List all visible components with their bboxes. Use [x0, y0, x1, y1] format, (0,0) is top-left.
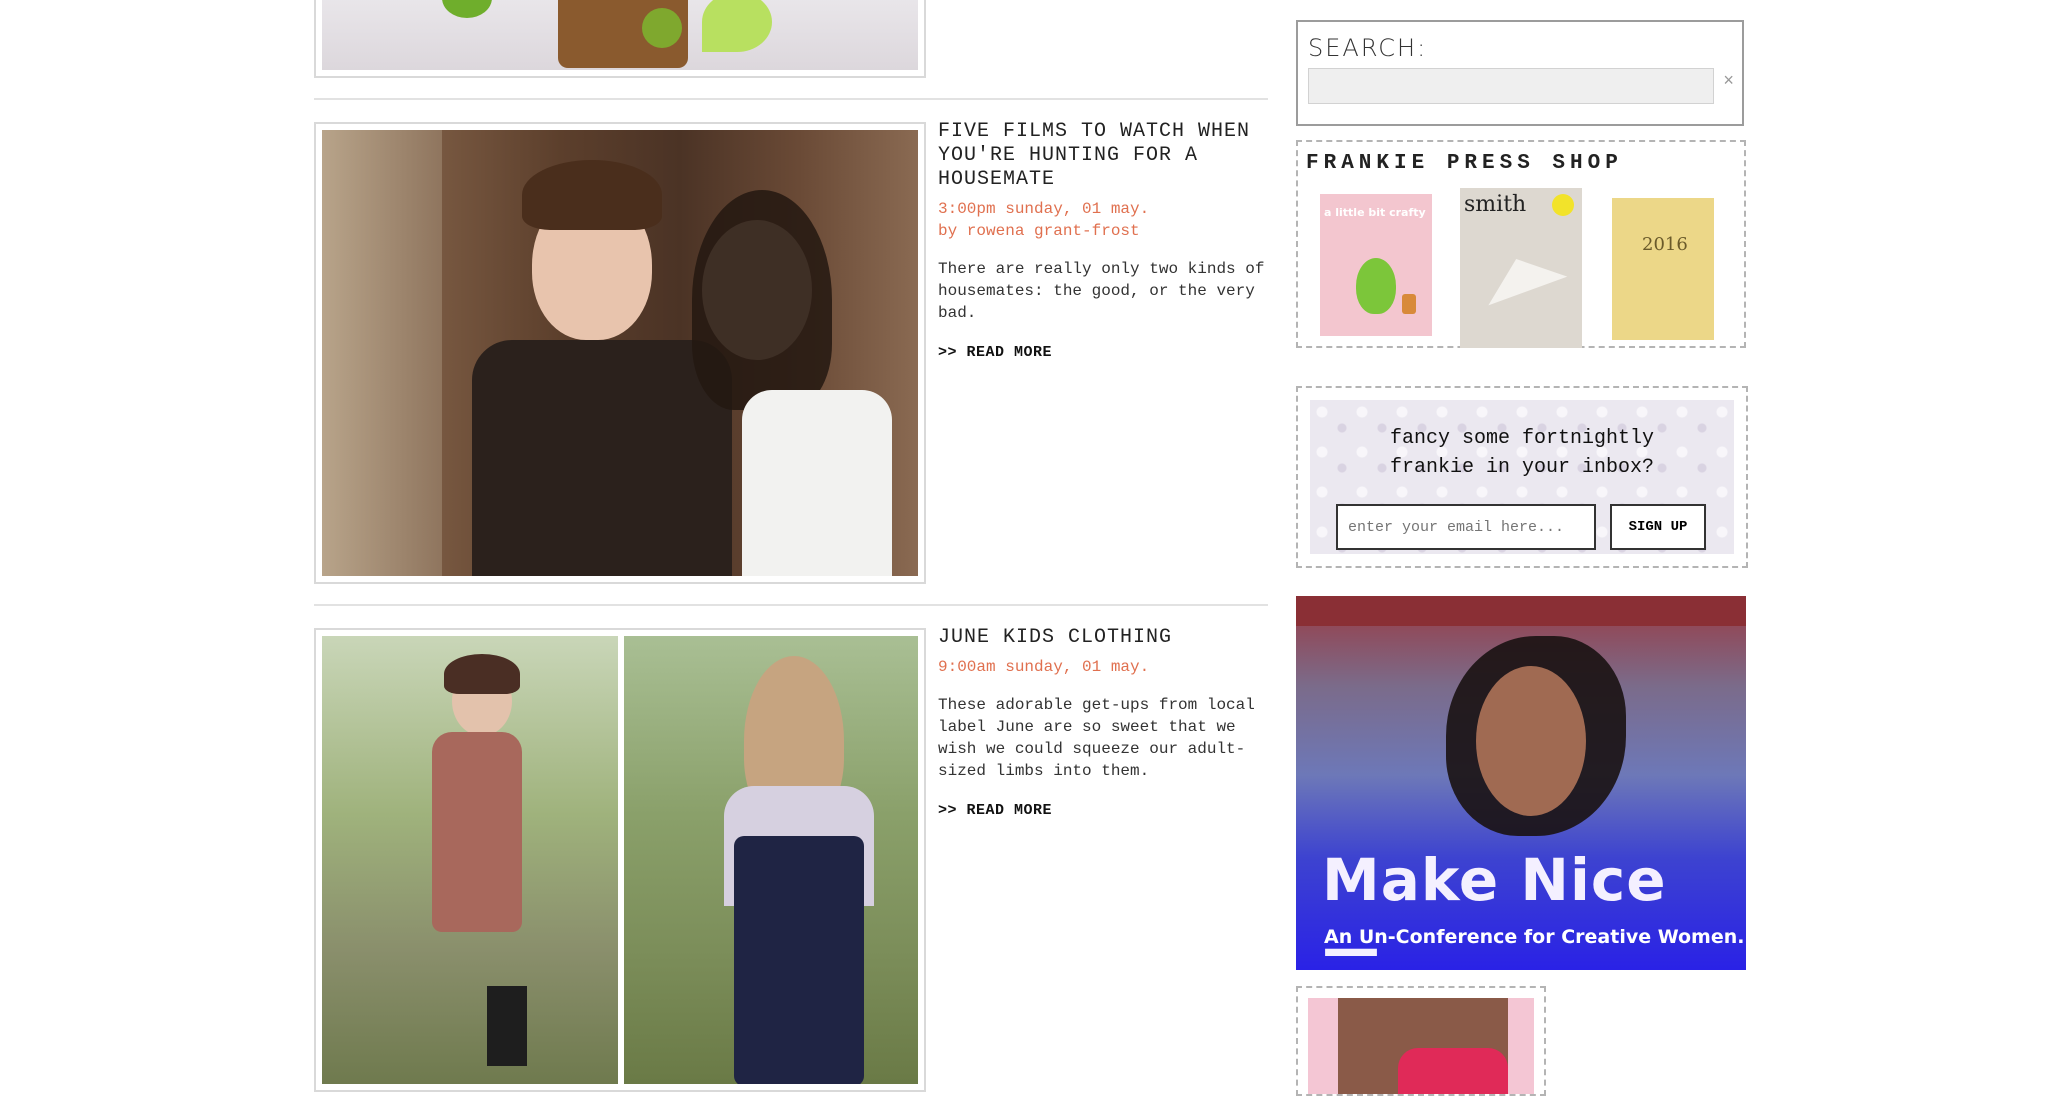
- product-smith-journal[interactable]: smith: [1460, 188, 1582, 348]
- post-author[interactable]: by rowena grant-frost: [938, 220, 1268, 242]
- product-diary-2016[interactable]: 2016: [1612, 198, 1714, 340]
- newsletter-widget: fancy some fortnightly frankie in your i…: [1296, 386, 1748, 568]
- post-meta: 3:00pm sunday, 01 may. by rowena grant-f…: [938, 198, 1268, 242]
- newsletter-line-1: fancy some fortnightly: [1389, 427, 1655, 450]
- divider: [314, 98, 1268, 100]
- sign-up-button[interactable]: SIGN UP: [1610, 504, 1706, 550]
- product-label: 2016: [1642, 234, 1688, 255]
- post-excerpt: There are really only two kinds of house…: [938, 260, 1265, 322]
- search-label: SEARCH:: [1308, 34, 1428, 62]
- post-excerpt: These adorable get-ups from local label …: [938, 696, 1255, 780]
- search-widget: SEARCH: ×: [1296, 20, 1744, 126]
- ad-photo: [1308, 998, 1534, 1094]
- kids-clothing-photo: [322, 636, 918, 1084]
- post-time: 3:00pm sunday, 01 may.: [938, 200, 1150, 218]
- read-more-link[interactable]: >> READ MORE: [938, 344, 1052, 361]
- post-image-frame[interactable]: [314, 0, 926, 78]
- post-image-frame[interactable]: [314, 122, 926, 584]
- post-summary: FIVE FILMS TO WATCH WHEN YOU'RE HUNTING …: [938, 120, 1268, 361]
- post-image-frame[interactable]: [314, 628, 926, 1092]
- pear-icon: [1356, 258, 1396, 314]
- post-time: 9:00am sunday, 01 may.: [938, 658, 1150, 676]
- newsletter-prompt: fancy some fortnightly frankie in your i…: [1310, 424, 1734, 482]
- newsletter-line-2: frankie in your inbox?: [1389, 456, 1655, 479]
- product-crafty-book[interactable]: a little bit crafty: [1320, 194, 1432, 336]
- product-label: smith: [1464, 192, 1527, 217]
- sidebar-ad-2[interactable]: [1296, 986, 1546, 1096]
- shop-widget: FRANKIE PRESS SHOP a little bit crafty s…: [1296, 140, 1746, 348]
- shop-title[interactable]: FRANKIE PRESS SHOP: [1306, 152, 1623, 175]
- ad-subline: An Un-Conference for Creative Women.: [1324, 926, 1745, 948]
- read-more-link[interactable]: >> READ MORE: [938, 802, 1052, 819]
- paper-plane-icon: [1476, 244, 1568, 306]
- make-nice-ad[interactable]: Make Nice — An Un-Conference for Creativ…: [1296, 596, 1746, 970]
- post-title[interactable]: FIVE FILMS TO WATCH WHEN YOU'RE HUNTING …: [938, 120, 1268, 192]
- ad-headline: Make Nice —: [1322, 846, 1667, 970]
- housemates-photo: [322, 130, 918, 576]
- post-meta: 9:00am sunday, 01 may.: [938, 656, 1268, 678]
- email-field[interactable]: [1336, 504, 1596, 550]
- divider: [314, 604, 1268, 606]
- close-icon[interactable]: ×: [1723, 72, 1734, 92]
- ad-photo: [1296, 596, 1746, 836]
- post-title[interactable]: JUNE KIDS CLOTHING: [938, 626, 1268, 650]
- newsletter-background: fancy some fortnightly frankie in your i…: [1310, 400, 1734, 554]
- product-label: a little bit crafty: [1324, 206, 1426, 219]
- plant-photo: [322, 0, 918, 70]
- search-input[interactable]: [1308, 68, 1714, 104]
- post-summary: JUNE KIDS CLOTHING 9:00am sunday, 01 may…: [938, 626, 1268, 819]
